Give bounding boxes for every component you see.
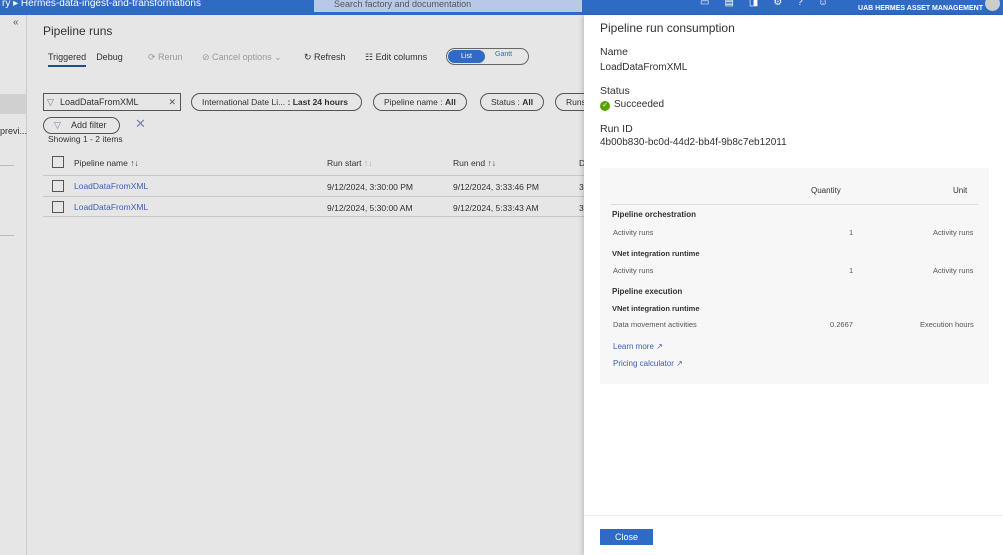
filter-icon: ▽ <box>54 120 61 130</box>
learn-more-link[interactable]: Learn more ↗ <box>613 342 663 351</box>
run-start: 9/12/2024, 5:30:00 AM <box>327 203 413 213</box>
external-link-icon: ↗ <box>676 359 683 368</box>
run-start: 9/12/2024, 3:30:00 PM <box>327 182 414 192</box>
breadcrumb[interactable]: ry ▸ Hermes-data-ingest-and-transformati… <box>2 0 201 9</box>
list-view-button[interactable]: List <box>448 50 485 63</box>
gantt-view-button[interactable]: Gantt <box>495 51 512 58</box>
add-filter-button[interactable]: ▽ Add filter <box>43 117 120 134</box>
header-icons[interactable]: ▭▤◨⚙?☺ <box>700 0 843 8</box>
consumption-panel: Pipeline run consumption Name LoadDataFr… <box>584 15 1003 555</box>
run-end: 9/12/2024, 3:33:46 PM <box>453 182 540 192</box>
divider <box>0 235 14 236</box>
row-checkbox[interactable] <box>52 201 64 213</box>
section-pipeline-orchestration: Pipeline orchestration <box>612 210 697 219</box>
name-label: Name <box>600 46 629 58</box>
refresh-button[interactable]: ↻ Refresh <box>304 52 346 63</box>
pricing-calculator-link[interactable]: Pricing calculator ↗ <box>613 359 683 368</box>
pipeline-runs-page: Pipeline runs Triggered Debug ⟳ Rerun ⊘ … <box>27 15 595 555</box>
filter-time-range[interactable]: International Date Li... : Last 24 hours <box>191 93 362 111</box>
row-quantity: 1 <box>849 266 854 275</box>
close-button[interactable]: Close <box>600 529 653 545</box>
row-unit: Activity runs <box>933 228 974 237</box>
page-title: Pipeline runs <box>43 24 113 38</box>
unit-header: Unit <box>953 186 968 195</box>
pipeline-name-link[interactable]: LoadDataFromXML <box>74 181 148 191</box>
quantity-header: Quantity <box>811 186 841 195</box>
row-name: Activity runs <box>613 266 654 275</box>
section-vnet-runtime: VNet integration runtime <box>612 249 700 258</box>
rerun-button[interactable]: ⟳ Rerun <box>148 52 183 63</box>
row-unit: Execution hours <box>920 320 974 329</box>
runid-value: 4b00b830-bc0d-44d2-bb4f-9b8c7eb12011 <box>600 137 787 148</box>
filter-status[interactable]: Status : All <box>480 93 545 111</box>
column-header-run-end[interactable]: Run end ↑↓ <box>453 158 496 168</box>
collapse-icon[interactable]: « <box>13 17 19 28</box>
status-value: ✓ Succeeded <box>600 99 664 111</box>
table-row[interactable]: LoadDataFromXML 9/12/2024, 5:30:00 AM 9/… <box>43 196 584 217</box>
filter-pipeline-name[interactable]: Pipeline name : All <box>373 93 467 111</box>
success-check-icon: ✓ <box>600 101 610 111</box>
row-unit: Activity runs <box>933 266 974 275</box>
tab-debug[interactable]: Debug <box>96 52 123 67</box>
sidebar-item-selected[interactable] <box>0 94 26 114</box>
select-all-checkbox[interactable] <box>52 156 64 168</box>
row-checkbox[interactable] <box>52 180 64 192</box>
cancel-options-button[interactable]: ⊘ Cancel options ⌄ <box>202 52 282 63</box>
name-value: LoadDataFromXML <box>600 62 688 73</box>
column-header-run-start[interactable]: Run start ↑↓ <box>327 158 372 168</box>
panel-title: Pipeline run consumption <box>600 21 735 35</box>
section-vnet-runtime: VNet integration runtime <box>612 304 700 313</box>
view-toggle[interactable]: List Gantt <box>446 48 529 65</box>
avatar[interactable] <box>985 0 1000 11</box>
status-label: Status <box>600 85 630 97</box>
clear-filters-icon[interactable]: ✕ <box>135 116 146 132</box>
top-bar: ry ▸ Hermes-data-ingest-and-transformati… <box>0 0 1003 15</box>
external-link-icon: ↗ <box>656 342 663 351</box>
search-input[interactable]: Search factory and documentation <box>314 0 582 12</box>
org-name: UAB HERMES ASSET MANAGEMENT <box>858 5 983 12</box>
row-quantity: 1 <box>849 228 854 237</box>
pipeline-name-link[interactable]: LoadDataFromXML <box>74 202 148 212</box>
table-row[interactable]: LoadDataFromXML 9/12/2024, 3:30:00 PM 9/… <box>43 175 584 196</box>
section-pipeline-execution: Pipeline execution <box>612 287 683 296</box>
row-quantity: 0.2667 <box>830 320 853 329</box>
runid-label: Run ID <box>600 123 633 135</box>
column-header-pipeline-name[interactable]: Pipeline name ↑↓ <box>74 158 139 168</box>
run-end: 9/12/2024, 5:33:43 AM <box>453 203 539 213</box>
divider <box>0 165 14 166</box>
sidebar: « previ... <box>0 15 27 555</box>
edit-columns-button[interactable]: ☷ Edit columns <box>365 52 427 63</box>
sidebar-item[interactable]: previ... <box>0 126 27 136</box>
clear-icon[interactable]: ✕ <box>168 94 176 110</box>
row-name: Activity runs <box>613 228 654 237</box>
item-count: Showing 1 - 2 items <box>48 134 123 144</box>
consumption-table: Quantity Unit Pipeline orchestration Act… <box>600 168 989 384</box>
row-name: Data movement activities <box>613 320 697 329</box>
filter-input[interactable]: ▽ LoadDataFromXML ✕ <box>43 93 181 111</box>
tab-triggered[interactable]: Triggered <box>48 52 87 67</box>
